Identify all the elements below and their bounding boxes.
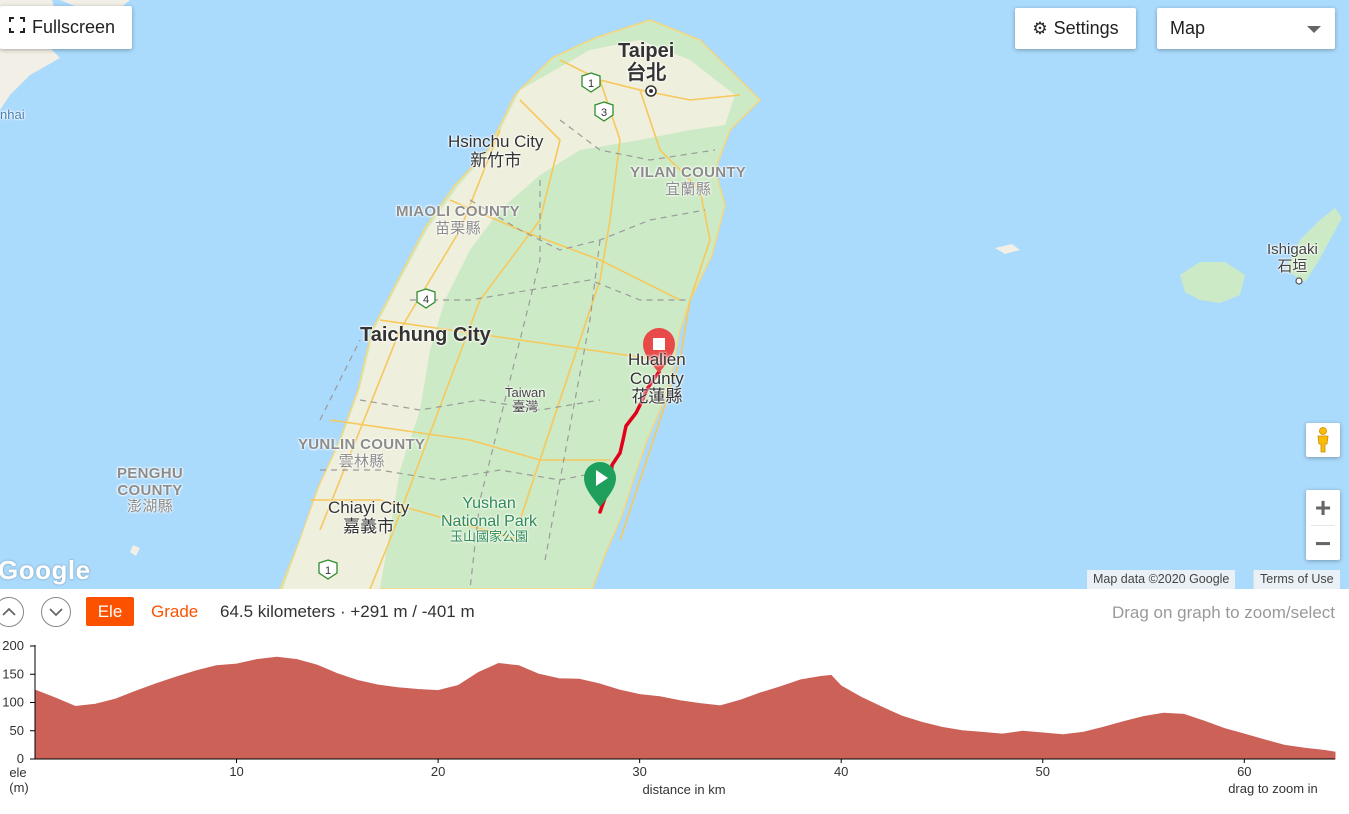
y-tick-label: 200 — [2, 638, 24, 653]
grade-tab[interactable]: Grade — [151, 602, 198, 622]
yunlin-label: YUNLIN COUNTY 雲林縣 — [298, 436, 426, 470]
ishigaki-label: Ishigaki 石垣 — [1267, 241, 1318, 275]
elevation-toolbar: Ele Grade 64.5 kilometers · +291 m / -40… — [0, 589, 1349, 635]
hsinchu-label: Hsinchu City 新竹市 — [448, 132, 544, 170]
y-tick-label: 150 — [2, 666, 24, 681]
elevation-area-group — [34, 656, 1336, 760]
settings-button[interactable]: ⚙ Settings — [1015, 8, 1136, 49]
x-tick-label: 40 — [834, 764, 848, 779]
fullscreen-icon — [9, 17, 25, 38]
chevron-down-icon — [49, 608, 63, 617]
expand-profile-button[interactable] — [41, 597, 71, 627]
caret-down-icon — [1307, 26, 1321, 33]
chiayi-label-zh: 嘉義市 — [343, 516, 395, 536]
taiwan-label: Taiwan 臺灣 — [505, 385, 545, 415]
street-view-pegman-icon — [1317, 427, 1329, 453]
hualien-label: Hualien County 花蓮縣 — [628, 350, 686, 407]
x-tick-label: 30 — [632, 764, 646, 779]
y-tick-label: 100 — [2, 695, 24, 710]
chiayi-label: Chiayi City 嘉義市 — [328, 498, 410, 536]
end-marker-stop-icon — [653, 338, 665, 350]
drag-zoom-hint: drag to zoom in — [1228, 781, 1318, 796]
y-tick-label: 50 — [10, 723, 24, 738]
miaoli-label-en: MIAOLI COUNTY — [396, 203, 520, 220]
elevation-tab[interactable]: Ele — [86, 597, 134, 626]
terms-of-use-link[interactable]: Terms of Use — [1253, 570, 1340, 589]
hualien-label-en2: County — [629, 368, 684, 388]
map-type-value: Map — [1170, 18, 1206, 38]
penghu-island — [130, 545, 140, 556]
elevation-chart[interactable]: 0 50 100 150 200 10 20 30 40 50 60 ele (m) distan… — [0, 635, 1349, 814]
x-tick-label: 50 — [1036, 764, 1050, 779]
settings-label: Settings — [1053, 18, 1119, 38]
y-axis-label-line2: (m) — [9, 780, 29, 795]
hw3-label: 3 — [601, 107, 607, 119]
penghu-label-en2: COUNTY — [117, 481, 183, 499]
zoom-out-button[interactable]: − — [1306, 526, 1340, 561]
penghu-label: PENGHU COUNTY 澎湖縣 — [117, 465, 183, 516]
nhai-label: nhai — [0, 107, 25, 122]
yonaguni-island — [995, 244, 1020, 254]
x-tick-label: 20 — [431, 764, 445, 779]
yushan-label-zh: 玉山國家公園 — [450, 529, 529, 545]
hsinchu-label-en: Hsinchu City — [448, 132, 544, 151]
hsinchu-label-zh: 新竹市 — [470, 150, 522, 170]
penghu-label-en1: PENGHU — [117, 465, 183, 482]
google-logo: Google — [0, 555, 91, 585]
map-view[interactable]: 1 3 4 1 Taipei 台北 Hsinchu City 新竹市 YILAN… — [0, 0, 1349, 589]
x-ticks: 10 20 30 40 50 60 — [229, 759, 1252, 779]
hw1-label: 1 — [588, 78, 594, 90]
zoom-in-button[interactable]: + — [1306, 490, 1340, 525]
yunlin-label-zh: 雲林縣 — [338, 452, 385, 470]
penghu-label-zh: 澎湖縣 — [127, 498, 173, 515]
elevation-area[interactable] — [34, 656, 1336, 760]
hualien-label-zh: 花蓮縣 — [631, 387, 683, 407]
hualien-label-en1: Hualien — [628, 350, 686, 369]
yushan-label: Yushan National Park 玉山國家公園 — [441, 495, 537, 544]
yunlin-label-en: YUNLIN COUNTY — [298, 436, 426, 453]
map-type-select[interactable]: Map — [1157, 8, 1335, 49]
x-axis-label: distance in km — [642, 782, 725, 797]
hw4-label: 4 — [423, 294, 429, 306]
x-tick-label: 60 — [1237, 764, 1251, 779]
street-view-button[interactable] — [1306, 423, 1340, 457]
yilan-label: YILAN COUNTY 宜蘭縣 — [630, 164, 747, 198]
fullscreen-label: Fullscreen — [32, 17, 116, 37]
ishigaki-label-en: Ishigaki — [1267, 241, 1318, 258]
ishigaki-city-dot — [1295, 277, 1303, 285]
taichung-label: Taichung City — [360, 324, 491, 346]
taiwan-label-zh: 臺灣 — [512, 399, 539, 415]
gear-icon: ⚙ — [1032, 18, 1048, 38]
y-axis-label-line1: ele — [9, 765, 26, 780]
hw1b-label: 1 — [325, 565, 331, 577]
ishigaki-label-zh: 石垣 — [1277, 257, 1308, 275]
taipei-label-en: Taipei — [618, 40, 675, 62]
yushan-label-en1: Yushan — [462, 495, 516, 512]
miaoli-label-zh: 苗栗縣 — [435, 219, 481, 237]
map-basemap[interactable]: 1 3 4 1 — [0, 0, 1349, 589]
chiayi-label-en: Chiayi City — [328, 498, 410, 517]
y-tick-label: 0 — [17, 751, 24, 766]
y-ticks: 0 50 100 150 200 — [2, 638, 35, 766]
yilan-label-en: YILAN COUNTY — [630, 164, 747, 181]
chevron-up-icon — [2, 607, 16, 616]
iriomote-island — [1180, 262, 1245, 303]
route-summary: 64.5 kilometers · +291 m / -401 m — [220, 602, 475, 621]
drag-hint: Drag on graph to zoom/select — [1111, 603, 1335, 622]
collapse-profile-button[interactable] — [0, 597, 24, 627]
taipei-label-zh: 台北 — [626, 62, 667, 84]
yilan-label-zh: 宜蘭縣 — [665, 180, 711, 198]
zoom-control: + − — [1306, 490, 1340, 560]
yushan-label-en2: National Park — [441, 512, 538, 530]
taipei-label: Taipei 台北 — [618, 40, 674, 84]
miaoli-label: MIAOLI COUNTY 苗栗縣 — [396, 203, 520, 237]
x-tick-label: 10 — [229, 764, 243, 779]
fullscreen-button[interactable]: Fullscreen — [0, 6, 132, 49]
map-attribution: Map data ©2020 Google — [1087, 570, 1236, 589]
taipei-city-dot-inner — [649, 89, 653, 93]
